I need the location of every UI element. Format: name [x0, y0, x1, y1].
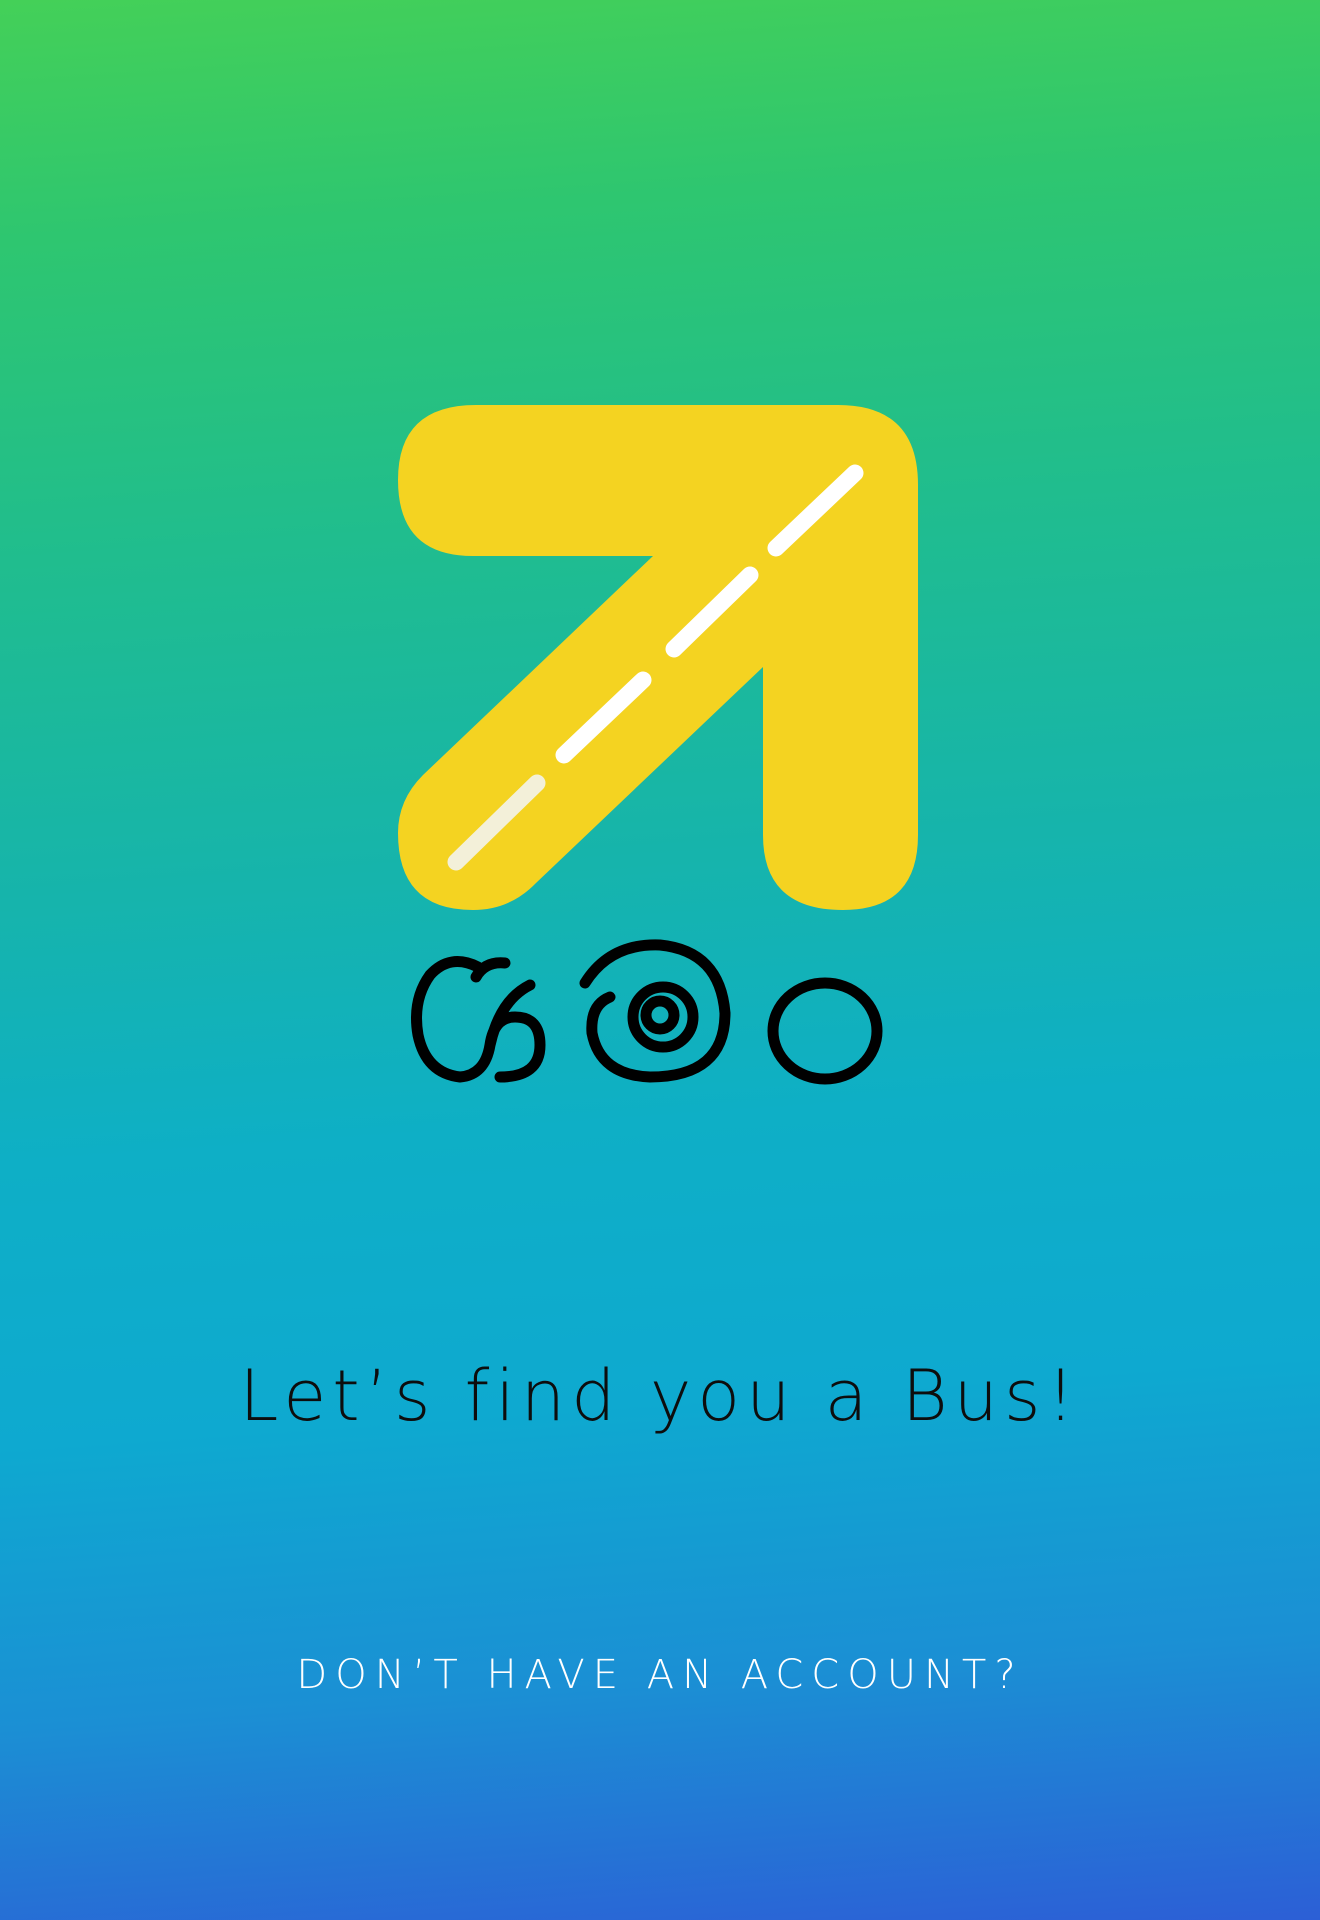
welcome-screen: Let’s find you a Bus! DON’T HAVE AN ACCO… — [0, 0, 1320, 1920]
arrow-up-right-road-icon — [398, 405, 918, 910]
tagline: Let’s find you a Bus! — [239, 1355, 1081, 1437]
brand-wordmark — [411, 939, 883, 1085]
signup-link[interactable]: DON’T HAVE AN ACCOUNT? — [0, 1652, 1320, 1698]
